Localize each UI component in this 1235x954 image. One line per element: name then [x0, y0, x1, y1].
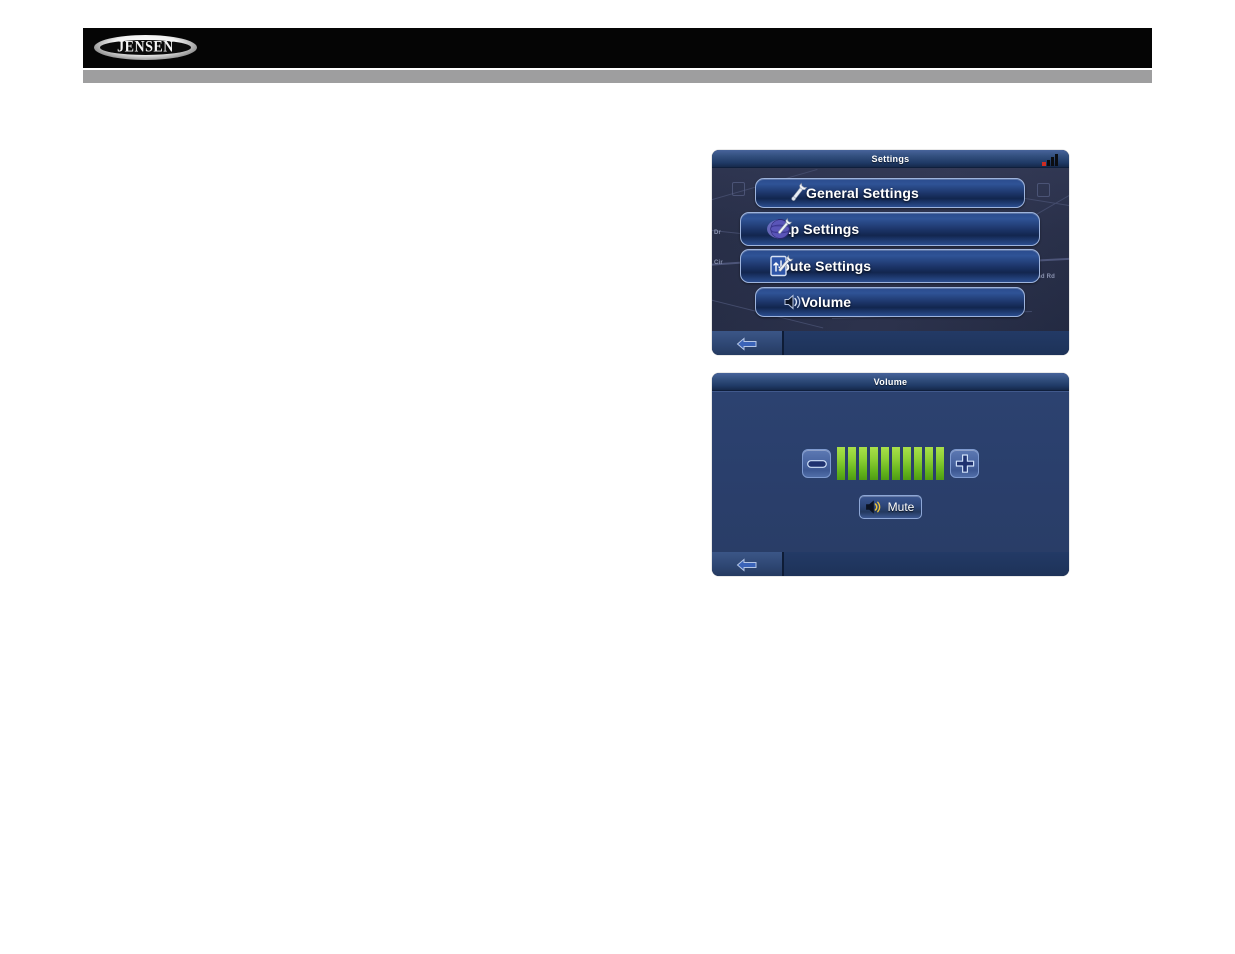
jensen-oval-logo: JENSEN [94, 35, 197, 60]
map-road-label: Dr [714, 230, 722, 236]
settings-bottom-bar [712, 331, 1069, 355]
mute-button-label: Mute [887, 500, 915, 514]
logo-text: JENSEN [117, 38, 174, 56]
volume-bar [914, 447, 922, 480]
volume-bar [837, 447, 845, 480]
volume-decrease-button[interactable] [802, 449, 831, 478]
map-poi-icon [732, 182, 745, 196]
speaker-mute-icon [865, 500, 880, 514]
globe-wrench-icon [767, 215, 795, 243]
volume-body: Mute [712, 391, 1069, 552]
menu-item-label: Volume [801, 294, 852, 310]
volume-level-bars[interactable] [837, 447, 944, 480]
map-road-label: Cir [714, 260, 723, 266]
back-button[interactable] [712, 552, 784, 576]
back-arrow-icon [736, 336, 757, 351]
speaker-icon [782, 292, 806, 312]
bottom-status-area [784, 331, 1069, 355]
bottom-status-area [784, 552, 1069, 576]
header-accent-bar [83, 70, 1152, 83]
gps-signal-marker [1042, 162, 1046, 166]
volume-control-row [712, 447, 1069, 480]
volume-bar [848, 447, 856, 480]
gps-bar-1 [1047, 160, 1050, 166]
volume-bar [859, 447, 867, 480]
volume-increase-button[interactable] [950, 449, 979, 478]
route-sign-wrench-icon [767, 252, 795, 280]
volume-titlebar: Volume [712, 373, 1069, 391]
plus-icon [955, 453, 974, 473]
volume-bar [903, 447, 911, 480]
volume-bar [881, 447, 889, 480]
volume-title: Volume [873, 376, 908, 387]
gps-bar-3 [1055, 154, 1058, 166]
logo-inner-oval: JENSEN [100, 38, 191, 56]
page-header: JENSEN [83, 28, 1152, 68]
menu-item-general-settings[interactable]: General Settings [755, 178, 1025, 208]
minus-icon [806, 459, 827, 468]
wrench-icon [786, 182, 810, 204]
volume-screen: Volume Mute [712, 373, 1069, 576]
settings-body: Cir nd Rd Dr General Settings Map Settin… [712, 168, 1069, 331]
volume-bar [870, 447, 878, 480]
settings-title: Settings [871, 153, 910, 164]
volume-bar [892, 447, 900, 480]
back-button[interactable] [712, 331, 784, 355]
menu-item-label: General Settings [806, 185, 919, 201]
back-arrow-icon [736, 557, 757, 572]
menu-item-route-settings[interactable]: Route Settings [740, 249, 1040, 283]
volume-bar [936, 447, 944, 480]
gps-bar-2 [1051, 157, 1054, 166]
settings-titlebar: Settings [712, 150, 1069, 168]
map-poi-icon [1037, 183, 1050, 197]
volume-bar [925, 447, 933, 480]
settings-screen: Settings Cir nd Rd Dr General Settings M… [712, 150, 1069, 355]
mute-row: Mute [712, 495, 1069, 519]
volume-bottom-bar [712, 552, 1069, 576]
menu-item-volume[interactable]: Volume [755, 287, 1025, 317]
mute-button[interactable]: Mute [858, 495, 923, 519]
menu-item-map-settings[interactable]: Map Settings [740, 212, 1040, 246]
gps-signal-bars-icon [1042, 152, 1064, 166]
